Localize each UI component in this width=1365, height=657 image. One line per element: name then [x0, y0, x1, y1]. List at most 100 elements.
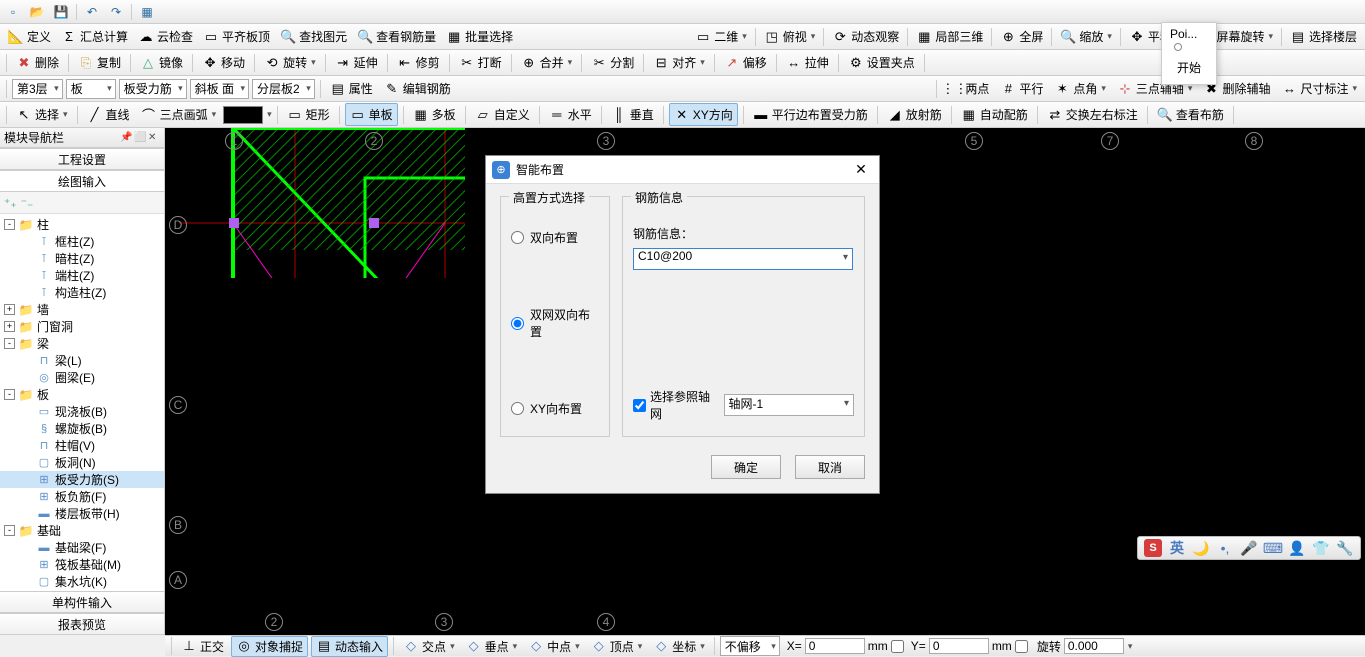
ok-button[interactable]: 确定: [711, 455, 781, 479]
snap-坐标[interactable]: ◇坐标▾: [649, 637, 709, 656]
tb-修剪[interactable]: ⇤修剪: [393, 52, 444, 73]
tb-打断[interactable]: ✂打断: [455, 52, 506, 73]
tb-定义[interactable]: 📐定义: [4, 26, 55, 47]
tb-删除[interactable]: ✖删除: [12, 52, 63, 73]
tb-缩放[interactable]: 🔍缩放▾: [1056, 26, 1116, 47]
tree-node-板负筋(F)[interactable]: ⊞板负筋(F): [0, 488, 164, 505]
tree-toggle-icon[interactable]: +: [4, 304, 15, 315]
tree-expand-icon[interactable]: ⁺₊: [4, 196, 17, 210]
tb-批量选择[interactable]: ▦批量选择: [442, 26, 517, 47]
tb-两点[interactable]: ⋮⋮两点: [942, 78, 993, 99]
qa-undo-icon[interactable]: ↶: [83, 3, 101, 21]
axis-checkbox[interactable]: 选择参照轴网: [633, 388, 716, 422]
tb-尺寸标注[interactable]: ↔尺寸标注▾: [1277, 78, 1361, 99]
tree-node-圈梁(E)[interactable]: ◎圈梁(E): [0, 369, 164, 386]
tb-平行[interactable]: #平行: [996, 78, 1047, 99]
rebar-input[interactable]: C10@200: [633, 248, 853, 270]
tb-属性[interactable]: ▤属性: [326, 78, 377, 99]
dialog-close-button[interactable]: ✕: [849, 161, 873, 178]
panel-tab-drawing[interactable]: 绘图输入: [0, 170, 164, 192]
ime-mic-icon[interactable]: 🎤: [1240, 539, 1258, 557]
tree-node-墙[interactable]: +📁墙: [0, 301, 164, 318]
tb-查看钢筋量[interactable]: 🔍查看钢筋量: [353, 26, 440, 47]
tb-查看布筋[interactable]: 🔍查看布筋: [1153, 104, 1228, 125]
panel-tab-report[interactable]: 报表预览: [0, 613, 164, 635]
tree-node-框柱(Z)[interactable]: ⊺框柱(Z): [0, 233, 164, 250]
tree-node-板受力筋(S)[interactable]: ⊞板受力筋(S): [0, 471, 164, 488]
tree-node-构造柱(Z)[interactable]: ⊺构造柱(Z): [0, 284, 164, 301]
tree-node-柱[interactable]: -📁柱: [0, 216, 164, 233]
tree-toggle-icon[interactable]: -: [4, 338, 15, 349]
ime-logo-icon[interactable]: S: [1144, 539, 1162, 557]
tree-node-门窗洞[interactable]: +📁门窗洞: [0, 318, 164, 335]
combo-floor[interactable]: 第3层: [12, 79, 63, 99]
tree-toggle-icon[interactable]: +: [4, 321, 15, 332]
tree-node-螺旋板(B)[interactable]: §螺旋板(B): [0, 420, 164, 437]
tree-node-端柱(Z)[interactable]: ⊺端柱(Z): [0, 267, 164, 284]
tb-多板[interactable]: ▦多板: [409, 104, 460, 125]
tb-自动配筋[interactable]: ▦自动配筋: [957, 104, 1032, 125]
tree-node-现浇板(B)[interactable]: ▭现浇板(B): [0, 403, 164, 420]
qa-save-icon[interactable]: 💾: [52, 3, 70, 21]
tree-toggle-icon[interactable]: -: [4, 219, 15, 230]
tb-水平[interactable]: ═水平: [545, 104, 596, 125]
tb-合并[interactable]: ⊕合并▾: [517, 52, 577, 73]
tb-单板[interactable]: ▭单板: [345, 103, 398, 126]
panel-pin-icon[interactable]: 📌: [120, 132, 132, 144]
tree-node-板洞(N)[interactable]: ▢板洞(N): [0, 454, 164, 471]
tb-查找图元[interactable]: 🔍查找图元: [276, 26, 351, 47]
tb-俯视[interactable]: ◳俯视▾: [760, 26, 820, 47]
dialog-titlebar[interactable]: ⊕ 智能布置 ✕: [486, 156, 879, 184]
snap-垂点[interactable]: ◇垂点▾: [462, 637, 522, 656]
tree-node-暗柱(Z)[interactable]: ⊺暗柱(Z): [0, 250, 164, 267]
sb-对象捕捉[interactable]: ◎对象捕捉: [231, 636, 308, 657]
ime-user-icon[interactable]: 👤: [1288, 539, 1306, 557]
axis-select[interactable]: 轴网-1: [724, 394, 855, 416]
ime-punct-icon[interactable]: •,: [1216, 539, 1234, 557]
x-input[interactable]: [805, 638, 865, 654]
radio-xy[interactable]: XY向布置: [511, 400, 599, 417]
tree-toggle-icon[interactable]: -: [4, 389, 15, 400]
tree-node-柱帽(V)[interactable]: ⊓柱帽(V): [0, 437, 164, 454]
tb-分割[interactable]: ✂分割: [587, 52, 638, 73]
tree-collapse-icon[interactable]: ⁻₋: [21, 196, 34, 210]
snap-顶点[interactable]: ◇顶点▾: [587, 637, 647, 656]
combo-sub[interactable]: 板受力筋: [119, 79, 187, 99]
tree-node-梁(L)[interactable]: ⊓梁(L): [0, 352, 164, 369]
tb-交换左右标注[interactable]: ⇄交换左右标注: [1043, 104, 1142, 125]
tree-toggle-icon[interactable]: -: [4, 525, 15, 536]
tb-移动[interactable]: ✥移动: [198, 52, 249, 73]
y-input[interactable]: [929, 638, 989, 654]
tb-局部三维[interactable]: ▦局部三维: [912, 26, 987, 47]
angle-input[interactable]: [1064, 638, 1124, 654]
tree-node-基础[interactable]: -📁基础: [0, 522, 164, 539]
tb-拉伸[interactable]: ↔拉伸: [782, 52, 833, 73]
ime-toolbar[interactable]: S 英 🌙 •, 🎤 ⌨ 👤 👕 🔧: [1137, 536, 1361, 560]
offset-combo[interactable]: 不偏移: [720, 636, 780, 656]
tb-镜像[interactable]: △镜像: [136, 52, 187, 73]
radio-bidirectional[interactable]: 双向布置: [511, 229, 599, 246]
tb-自定义[interactable]: ▱自定义: [471, 104, 534, 125]
tb-直线[interactable]: ╱直线: [83, 104, 134, 125]
tb-选择楼层[interactable]: ▤选择楼层: [1286, 26, 1361, 47]
tree-node-筏板基础(M)[interactable]: ⊞筏板基础(M): [0, 556, 164, 573]
panel-tab-settings[interactable]: 工程设置: [0, 148, 164, 170]
tb-矩形[interactable]: ▭矩形: [283, 104, 334, 125]
panel-float-icon[interactable]: ⬜: [134, 132, 146, 144]
tb-选择[interactable]: ↖选择▾: [12, 104, 72, 125]
lock-checkbox[interactable]: [1015, 640, 1028, 653]
tb-云检查[interactable]: ☁云检查: [134, 26, 197, 47]
qa-redo-icon[interactable]: ↷: [107, 3, 125, 21]
ime-lang[interactable]: 英: [1168, 539, 1186, 557]
tree-node-楼层板带(H)[interactable]: ▬楼层板带(H): [0, 505, 164, 522]
tb-复制[interactable]: ⎘复制: [74, 52, 125, 73]
tree-node-板[interactable]: -📁板: [0, 386, 164, 403]
panel-tab-single[interactable]: 单构件输入: [0, 591, 164, 613]
combo-layer[interactable]: 分层板2: [252, 79, 315, 99]
tb-XY方向[interactable]: ✕XY方向: [669, 103, 738, 126]
tree-node-梁[interactable]: -📁梁: [0, 335, 164, 352]
tb-三点画弧[interactable]: ⌒三点画弧▾: [137, 104, 221, 125]
ime-moon-icon[interactable]: 🌙: [1192, 539, 1210, 557]
tb-编辑钢筋[interactable]: ✎编辑钢筋: [380, 78, 455, 99]
tb-点角[interactable]: ✶点角▾: [1050, 78, 1110, 99]
